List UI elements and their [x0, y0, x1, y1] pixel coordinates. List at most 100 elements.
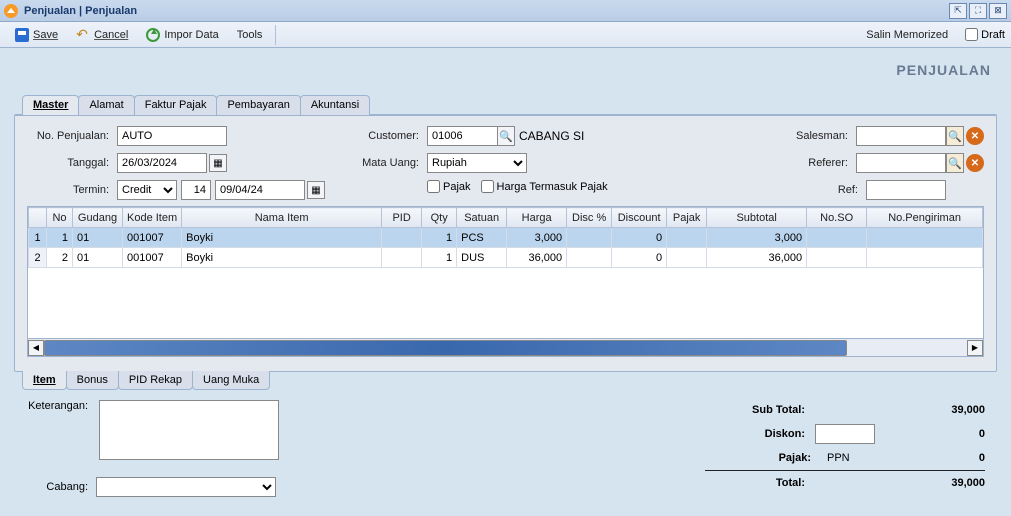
cell-kodeitem[interactable]: 001007 [123, 248, 182, 268]
cell-pid[interactable] [382, 228, 422, 248]
col-discp[interactable]: Disc % [567, 208, 612, 228]
value-pajak-name: PPN [821, 452, 871, 464]
cell-no[interactable]: 2 [47, 248, 73, 268]
totals-panel: Sub Total: 39,000 Diskon: 0 Pajak: PPN 0… [705, 400, 985, 497]
impor-data-button[interactable]: Impor Data [137, 25, 227, 45]
col-harga[interactable]: Harga [507, 208, 567, 228]
cell-qty[interactable]: 1 [422, 248, 457, 268]
cell-discount[interactable]: 0 [612, 228, 667, 248]
btab-bonus[interactable]: Bonus [66, 371, 119, 390]
cell-no[interactable]: 1 [47, 228, 73, 248]
scroll-thumb[interactable] [44, 340, 847, 356]
grid-empty-area[interactable] [28, 268, 983, 338]
cell-discount[interactable]: 0 [612, 248, 667, 268]
cell-noso[interactable] [807, 228, 867, 248]
cell-nopeng[interactable] [867, 228, 983, 248]
tanggal-input[interactable] [117, 153, 207, 173]
salesman-clear-button[interactable]: ✕ [966, 127, 984, 145]
cell-subtotal[interactable]: 3,000 [707, 228, 807, 248]
label-tanggal: Tanggal: [27, 157, 117, 169]
minimize-window-button[interactable]: ⇱ [949, 3, 967, 19]
col-gudang[interactable]: Gudang [73, 208, 123, 228]
tools-button[interactable]: Tools [228, 26, 272, 44]
salesman-lookup-button[interactable]: 🔍 [946, 126, 964, 146]
col-namaitem[interactable]: Nama Item [182, 208, 382, 228]
save-icon [15, 28, 29, 42]
cell-gudang[interactable]: 01 [73, 248, 123, 268]
termin-due-input[interactable] [215, 180, 305, 200]
cell-harga[interactable]: 36,000 [507, 248, 567, 268]
referer-lookup-button[interactable]: 🔍 [946, 153, 964, 173]
grid-horizontal-scrollbar[interactable]: ◀ ▶ [28, 338, 983, 356]
col-pid[interactable]: PID [382, 208, 422, 228]
label-ref: Ref: [796, 184, 866, 196]
col-qty[interactable]: Qty [422, 208, 457, 228]
cabang-select[interactable] [96, 477, 276, 497]
keterangan-textarea[interactable] [99, 400, 279, 460]
table-row[interactable]: 2201001007Boyki1DUS36,000036,000 [29, 248, 983, 268]
cell-nopeng[interactable] [867, 248, 983, 268]
referer-clear-button[interactable]: ✕ [966, 154, 984, 172]
cell-pid[interactable] [382, 248, 422, 268]
col-pajak[interactable]: Pajak [667, 208, 707, 228]
harga-termasuk-pajak-checkbox[interactable]: Harga Termasuk Pajak [481, 180, 608, 193]
cancel-button[interactable]: Cancel [67, 25, 137, 45]
cell-qty[interactable]: 1 [422, 228, 457, 248]
cell-noso[interactable] [807, 248, 867, 268]
col-subtotal[interactable]: Subtotal [707, 208, 807, 228]
cell-discp[interactable] [567, 228, 612, 248]
matauang-select[interactable]: Rupiah [427, 153, 527, 173]
salin-memorized-button[interactable]: Salin Memorized [857, 26, 957, 44]
tab-alamat[interactable]: Alamat [78, 95, 134, 115]
no-penjualan-input[interactable] [117, 126, 227, 146]
table-row[interactable]: 1101001007Boyki1PCS3,00003,000 [29, 228, 983, 248]
pajak-checkbox[interactable]: Pajak [427, 180, 471, 193]
close-window-button[interactable]: ⊠ [989, 3, 1007, 19]
salesman-input[interactable] [856, 126, 946, 146]
scroll-left-button[interactable]: ◀ [28, 340, 44, 356]
cell-namaitem[interactable]: Boyki [182, 228, 382, 248]
cell-satuan[interactable]: PCS [457, 228, 507, 248]
tab-master[interactable]: Master [22, 95, 79, 115]
label-pajak-total: Pajak: [721, 452, 821, 464]
tab-pembayaran[interactable]: Pembayaran [216, 95, 300, 115]
scroll-right-button[interactable]: ▶ [967, 340, 983, 356]
col-noso[interactable]: No.SO [807, 208, 867, 228]
tanggal-calendar-button[interactable]: ▦ [209, 154, 227, 172]
referer-input[interactable] [856, 153, 946, 173]
cell-discp[interactable] [567, 248, 612, 268]
btab-pid-rekap[interactable]: PID Rekap [118, 371, 193, 390]
tab-akuntansi[interactable]: Akuntansi [300, 95, 370, 115]
btab-item[interactable]: Item [22, 371, 67, 390]
col-nopengiriman[interactable]: No.Pengiriman [867, 208, 983, 228]
cell-pajak[interactable] [667, 248, 707, 268]
value-diskon: 0 [885, 428, 985, 440]
draft-checkbox[interactable]: Draft [965, 28, 1005, 41]
maximize-window-button[interactable]: ⛶ [969, 3, 987, 19]
customer-lookup-button[interactable]: 🔍 [497, 126, 515, 146]
diskon-input[interactable] [815, 424, 875, 444]
ref-input[interactable] [866, 180, 946, 200]
termin-calendar-button[interactable]: ▦ [307, 181, 325, 199]
termin-type-select[interactable]: Credit [117, 180, 177, 200]
col-discount[interactable]: Discount [612, 208, 667, 228]
cell-namaitem[interactable]: Boyki [182, 248, 382, 268]
btab-uang-muka[interactable]: Uang Muka [192, 371, 270, 390]
cell-kodeitem[interactable]: 001007 [123, 228, 182, 248]
cell-gudang[interactable]: 01 [73, 228, 123, 248]
col-kodeitem[interactable]: Kode Item [123, 208, 182, 228]
cell-harga[interactable]: 3,000 [507, 228, 567, 248]
cell-satuan[interactable]: DUS [457, 248, 507, 268]
save-button[interactable]: Save [6, 25, 67, 45]
scroll-track-tail[interactable] [847, 340, 967, 356]
col-no[interactable]: No [47, 208, 73, 228]
value-subtotal: 39,000 [815, 404, 985, 416]
customer-code-input[interactable] [427, 126, 497, 146]
cell-subtotal[interactable]: 36,000 [707, 248, 807, 268]
termin-days-input[interactable] [181, 180, 211, 200]
cell-pajak[interactable] [667, 228, 707, 248]
draft-checkbox-input[interactable] [965, 28, 978, 41]
top-tabs: Master Alamat Faktur Pajak Pembayaran Ak… [14, 88, 997, 114]
tab-faktur-pajak[interactable]: Faktur Pajak [134, 95, 218, 115]
col-satuan[interactable]: Satuan [457, 208, 507, 228]
